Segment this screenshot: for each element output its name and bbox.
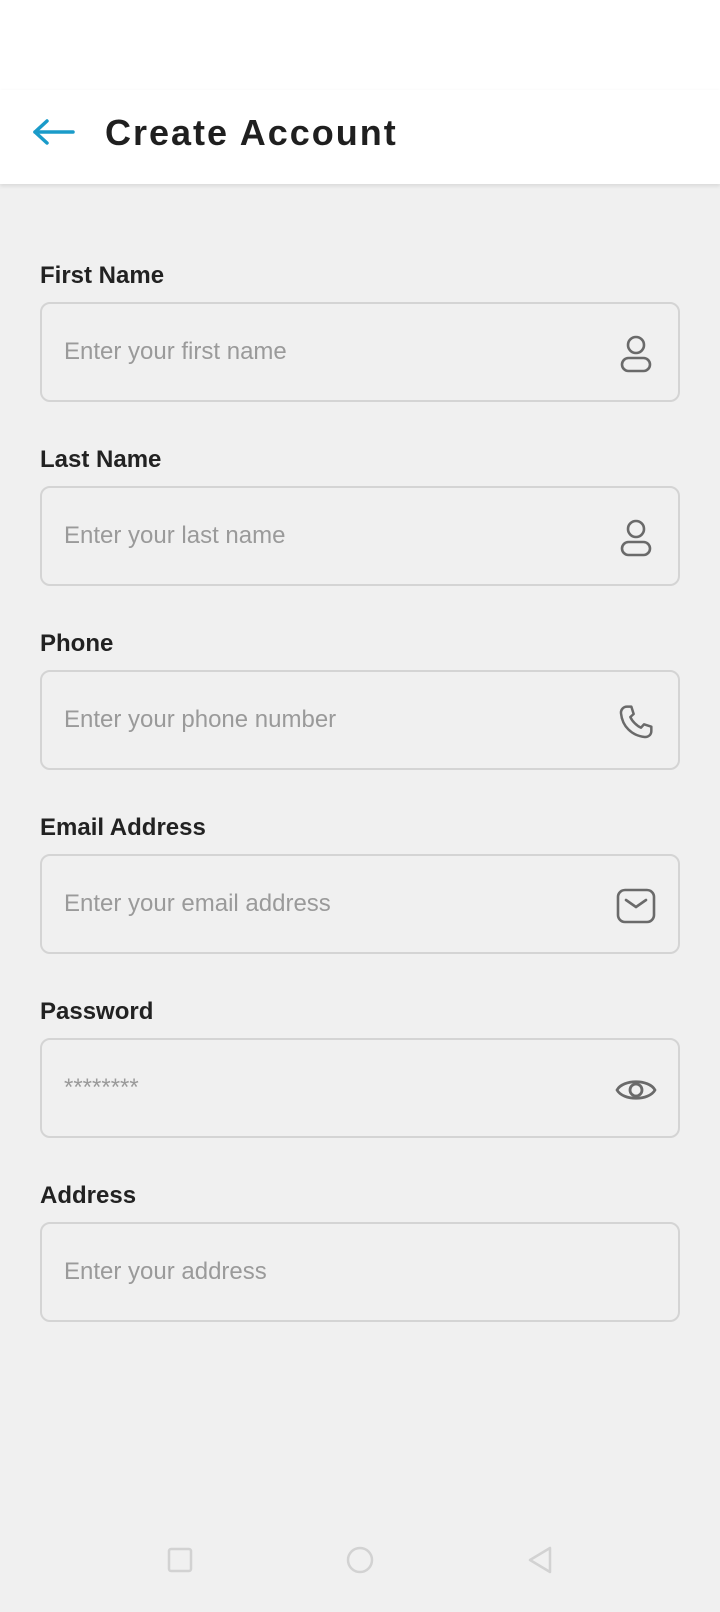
address-input[interactable] [42,1224,582,1320]
email-input[interactable] [42,856,582,952]
first-name-input[interactable] [42,304,582,400]
arrow-left-icon [32,118,76,151]
back-button[interactable] [28,114,80,154]
last-name-label: Last Name [40,446,162,473]
last-name-group: Last Name [40,446,680,630]
first-name-group: First Name [40,262,680,446]
mail-icon [614,884,658,928]
password-box[interactable] [40,1038,680,1138]
phone-box[interactable] [40,670,680,770]
address-box[interactable] [40,1222,680,1322]
create-account-screen: Create Account First Name Last Name [0,0,720,1612]
person-icon [614,516,658,560]
password-label: Password [40,998,154,1025]
first-name-label: First Name [40,262,165,289]
nav-back-button[interactable] [520,1542,560,1582]
circle-home-icon [345,1545,375,1580]
phone-icon [614,700,658,744]
phone-label: Phone [40,630,114,657]
address-label: Address [40,1182,137,1209]
password-group: Password [40,998,680,1182]
status-bar [0,0,720,90]
phone-group: Phone [40,630,680,814]
last-name-input[interactable] [42,488,582,584]
page-title: Create Account [105,112,398,153]
address-group: Address [40,1182,680,1366]
triangle-back-icon [525,1545,555,1580]
password-input[interactable] [42,1040,582,1136]
app-header: Create Account [0,90,720,184]
eye-icon[interactable] [614,1068,658,1112]
phone-input[interactable] [42,672,582,768]
last-name-box[interactable] [40,486,680,586]
email-label: Email Address [40,814,206,841]
square-recents-icon [166,1546,194,1579]
email-group: Email Address [40,814,680,998]
recents-button[interactable] [160,1542,200,1582]
person-icon [614,332,658,376]
home-button[interactable] [340,1542,380,1582]
first-name-box[interactable] [40,302,680,402]
system-nav-bar [0,1530,720,1600]
email-box[interactable] [40,854,680,954]
create-account-form: First Name Last Name [40,262,680,1366]
